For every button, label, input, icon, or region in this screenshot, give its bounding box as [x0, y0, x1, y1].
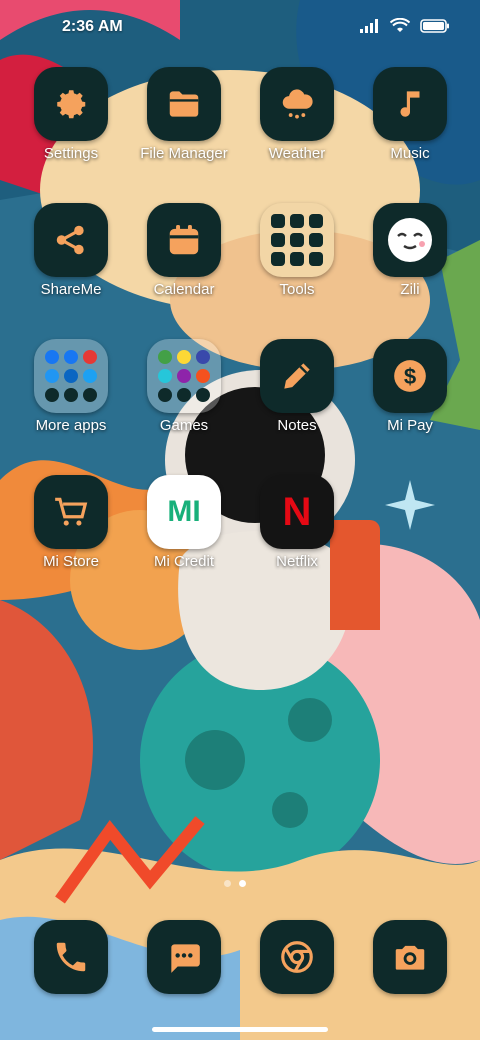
mi-credit-logo-icon: MI [147, 475, 221, 549]
mi-credit-logo-text: MI [167, 495, 201, 528]
dock-phone[interactable] [16, 920, 126, 1040]
smiley-face-icon [373, 203, 447, 277]
app-file-manager[interactable]: File Manager [129, 67, 239, 187]
svg-text:$: $ [404, 364, 417, 389]
app-mi-store[interactable]: Mi Store [16, 475, 126, 595]
share-icon [34, 203, 108, 277]
dock-messages[interactable] [129, 920, 239, 1040]
app-mi-pay[interactable]: $ Mi Pay [355, 339, 465, 459]
app-label: ShareMe [40, 281, 102, 298]
status-icons [360, 18, 450, 33]
app-weather[interactable]: Weather [242, 67, 352, 187]
dock [0, 920, 480, 1000]
battery-icon [420, 18, 449, 33]
app-label: Zili [400, 281, 420, 298]
cloud-rain-icon [260, 67, 334, 141]
app-label: Calendar [153, 281, 215, 298]
app-label: Games [159, 417, 209, 434]
app-label: Mi Store [43, 553, 99, 570]
app-music[interactable]: Music [355, 67, 465, 187]
app-label: File Manager [140, 145, 228, 162]
chrome-icon [260, 920, 334, 994]
status-bar: 2:36 AM [0, 0, 480, 56]
app-label: More apps [35, 417, 107, 434]
app-label: Mi Credit [153, 553, 214, 570]
dollar-coin-icon: $ [373, 339, 447, 413]
page-dot-active [239, 880, 246, 887]
app-label: Notes [277, 417, 317, 434]
dock-chrome[interactable] [242, 920, 352, 1040]
app-more-apps-folder[interactable]: More apps [16, 339, 126, 459]
netflix-logo-icon: N [260, 475, 334, 549]
shopping-cart-icon [34, 475, 108, 549]
app-label: Tools [279, 281, 315, 298]
calendar-icon [147, 203, 221, 277]
app-netflix[interactable]: N Netflix [242, 475, 352, 595]
status-time: 2:36 AM [62, 18, 123, 35]
app-games-folder[interactable]: Games [129, 339, 239, 459]
signal-icon [360, 18, 378, 33]
dock-camera[interactable] [355, 920, 465, 1040]
folder-grid-icon [34, 339, 108, 413]
music-note-icon [373, 67, 447, 141]
app-label: Netflix [276, 553, 318, 570]
folder-icon [147, 67, 221, 141]
pencil-icon [260, 339, 334, 413]
app-shareme[interactable]: ShareMe [16, 203, 126, 323]
app-calendar[interactable]: Calendar [129, 203, 239, 323]
app-label: Settings [43, 145, 99, 162]
netflix-logo-text: N [282, 489, 312, 534]
app-settings[interactable]: Settings [16, 67, 126, 187]
page-dot [224, 880, 231, 887]
home-indicator[interactable] [152, 1027, 328, 1032]
gear-icon [34, 67, 108, 141]
camera-icon [373, 920, 447, 994]
message-icon [147, 920, 221, 994]
app-zili[interactable]: Zili [355, 203, 465, 323]
phone-icon [34, 920, 108, 994]
app-label: Weather [268, 145, 326, 162]
page-indicator [224, 880, 246, 887]
app-tools[interactable]: Tools [242, 203, 352, 323]
app-label: Music [390, 145, 430, 162]
app-label: Mi Pay [387, 417, 433, 434]
app-mi-credit[interactable]: MI Mi Credit [129, 475, 239, 595]
wifi-icon [390, 18, 410, 32]
folder-grid-icon [260, 203, 334, 277]
app-notes[interactable]: Notes [242, 339, 352, 459]
folder-grid-icon [147, 339, 221, 413]
